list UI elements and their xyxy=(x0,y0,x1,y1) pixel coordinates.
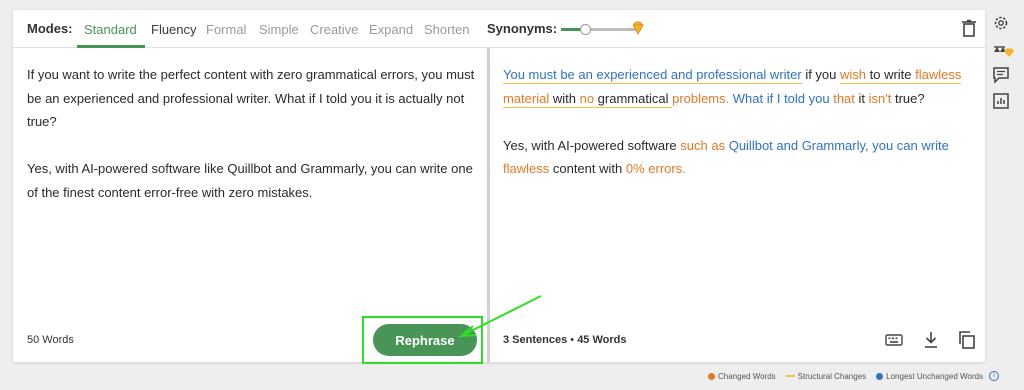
output-text: it xyxy=(854,90,869,106)
legend-structural: Structural Changes xyxy=(785,371,867,381)
changed-word[interactable]: 0% errors. xyxy=(626,161,686,176)
tab-creative[interactable]: Creative xyxy=(310,22,358,37)
download-icon[interactable] xyxy=(922,331,940,349)
unchanged-phrase: What if I told you xyxy=(729,90,834,106)
chart-icon[interactable] xyxy=(992,92,1010,110)
output-text: grammatical xyxy=(594,90,673,108)
output-text: if you xyxy=(801,67,840,82)
changed-dot-icon xyxy=(708,372,715,380)
unchanged-dot-icon xyxy=(876,372,884,380)
tab-formal[interactable]: Formal xyxy=(206,22,246,37)
modes-label: Modes: xyxy=(27,21,73,36)
annotation-arrow-icon xyxy=(457,295,542,338)
tab-expand[interactable]: Expand xyxy=(369,22,413,37)
tab-standard[interactable]: Standard xyxy=(84,22,137,37)
compare-icon[interactable] xyxy=(992,42,1014,60)
output-text: Yes, with AI-powered software xyxy=(503,137,681,153)
comment-icon[interactable] xyxy=(992,66,1010,84)
unchanged-phrase: You must be an experienced and professio… xyxy=(503,67,802,84)
legend-changed: Changed Words xyxy=(708,372,776,381)
trash-icon[interactable] xyxy=(961,19,977,37)
legend-label: Longest Unchanged Words xyxy=(886,371,983,381)
tab-fluency[interactable]: Fluency xyxy=(151,22,197,37)
legend-label: Structural Changes xyxy=(797,371,867,381)
synonyms-label: Synonyms: xyxy=(487,21,558,36)
changed-word[interactable]: no xyxy=(579,90,595,108)
color-legend: Changed Words Structural Changes Longest… xyxy=(708,371,999,381)
changed-word[interactable]: flawless xyxy=(503,161,549,176)
gear-icon[interactable] xyxy=(992,14,1010,32)
modes-bar: Modes: Standard Fluency Formal Simple Cr… xyxy=(13,10,985,48)
output-text: content with xyxy=(549,161,626,176)
input-word-count: 50 Words xyxy=(27,334,74,346)
legend-label: Changed Words xyxy=(718,371,776,381)
output-text-area[interactable]: You must be an experienced and professio… xyxy=(503,63,973,204)
tab-simple[interactable]: Simple xyxy=(259,22,299,37)
changed-word[interactable]: problems. xyxy=(672,91,729,106)
structural-bar-icon xyxy=(785,375,795,377)
stats-separator: • xyxy=(570,334,575,346)
output-text: with xyxy=(549,90,580,108)
synonyms-slider-handle[interactable] xyxy=(580,24,591,35)
unchanged-phrase: Quillbot and Grammarly, you can write xyxy=(725,137,949,153)
changed-word[interactable]: isn't xyxy=(869,91,892,106)
keyboard-icon[interactable] xyxy=(885,331,903,349)
info-icon[interactable]: i xyxy=(988,371,999,381)
legend-unchanged: Longest Unchanged Words xyxy=(876,372,983,381)
input-paragraph: Yes, with AI-powered software like Quill… xyxy=(27,161,473,200)
output-text: true? xyxy=(891,90,925,106)
input-text-area[interactable]: If you want to write the perfect content… xyxy=(27,63,475,228)
gem-icon xyxy=(632,21,644,35)
output-text: to write xyxy=(866,67,916,84)
changed-word[interactable]: that xyxy=(833,91,855,106)
tab-shorten[interactable]: Shorten xyxy=(424,22,470,37)
copy-icon[interactable] xyxy=(958,331,976,349)
changed-word[interactable]: wish xyxy=(840,67,867,84)
output-word-count: 45 Words xyxy=(577,334,627,346)
output-paragraph: Yes, with AI-powered software such as Qu… xyxy=(503,134,973,181)
changed-word[interactable]: such as xyxy=(680,138,725,153)
active-tab-indicator xyxy=(77,45,145,48)
input-paragraph: If you want to write the perfect content… xyxy=(27,67,475,129)
output-paragraph: You must be an experienced and professio… xyxy=(503,63,973,110)
